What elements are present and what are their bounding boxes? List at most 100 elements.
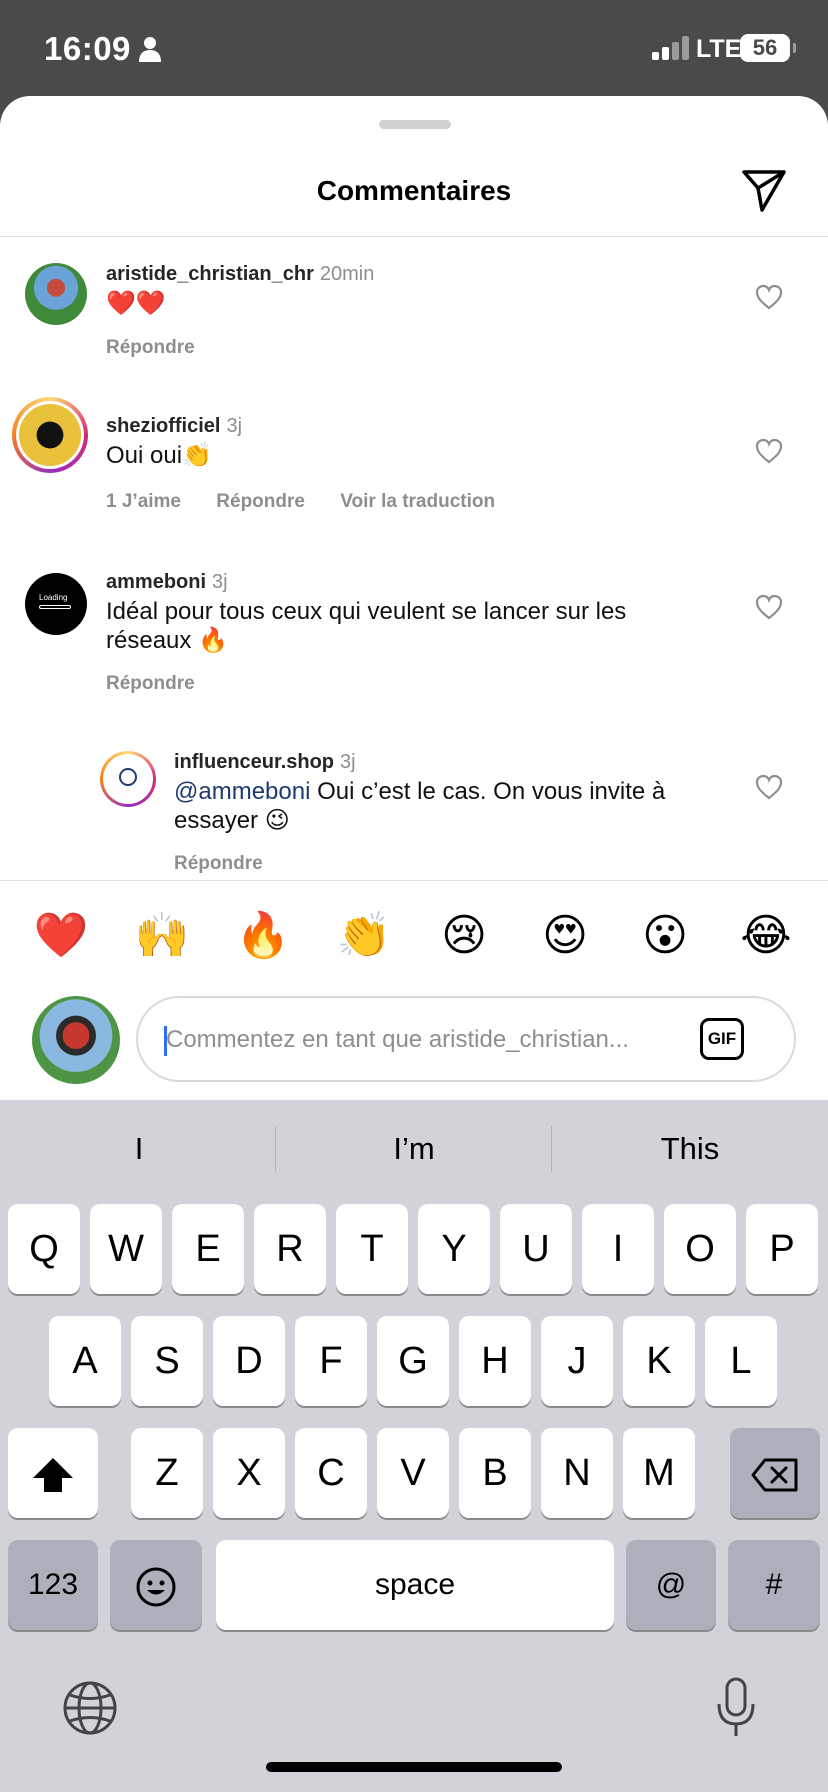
sheet-grabber[interactable]	[379, 120, 451, 129]
suggestion-3[interactable]: This	[555, 1124, 825, 1174]
send-icon[interactable]	[740, 168, 788, 214]
comment-input-box[interactable]: GIF	[136, 996, 796, 1082]
shift-key[interactable]	[8, 1428, 98, 1518]
network-type: LTE	[696, 35, 742, 63]
reaction-clap[interactable]: 👏	[334, 906, 394, 966]
backspace-key[interactable]	[730, 1428, 820, 1518]
key-z[interactable]: Z	[131, 1428, 203, 1518]
reaction-crying[interactable]: 😢	[434, 906, 494, 966]
microphone-icon[interactable]	[714, 1676, 758, 1740]
person-icon	[139, 37, 161, 62]
gif-icon[interactable]: GIF	[700, 1018, 744, 1060]
globe-icon[interactable]	[62, 1680, 118, 1736]
key-i[interactable]: I	[582, 1204, 654, 1294]
hash-key[interactable]: #	[728, 1540, 820, 1630]
heart-icon[interactable]	[754, 773, 784, 801]
comment-username[interactable]: sheziofficiel 3j	[106, 415, 242, 438]
key-q[interactable]: Q	[8, 1204, 80, 1294]
comment-text: ❤️❤️	[106, 290, 166, 317]
reaction-laughing[interactable]: 😂	[736, 906, 796, 966]
sheet-title: Commentaires	[316, 175, 512, 206]
keyboard: I I’m This Q W E R T Y U I O P A S D F G…	[0, 1100, 828, 1792]
key-w[interactable]: W	[90, 1204, 162, 1294]
emoji-icon	[136, 1567, 176, 1607]
numbers-key[interactable]: 123	[8, 1540, 98, 1630]
heart-icon[interactable]	[754, 437, 784, 465]
divider	[551, 1126, 552, 1172]
reaction-heart-eyes[interactable]: 😍	[535, 906, 595, 966]
status-time: 16:09	[44, 30, 131, 67]
reply-button[interactable]: Répondre	[216, 491, 305, 512]
avatar[interactable]: Loading	[25, 573, 87, 635]
comments-sheet: Commentaires aristide_christian_chr 20min…	[0, 96, 828, 1100]
suggestion-1[interactable]: I	[4, 1124, 274, 1174]
comments-list[interactable]: aristide_christian_chr 20min ❤️❤️ Répondr…	[0, 237, 828, 880]
key-e[interactable]: E	[172, 1204, 244, 1294]
key-l[interactable]: L	[705, 1316, 777, 1406]
reaction-surprised[interactable]: 😮	[635, 906, 695, 966]
comment-username[interactable]: influenceur.shop 3j	[174, 751, 356, 774]
key-b[interactable]: B	[459, 1428, 531, 1518]
key-n[interactable]: N	[541, 1428, 613, 1518]
key-a[interactable]: A	[49, 1316, 121, 1406]
reply-button[interactable]: Répondre	[174, 853, 263, 874]
avatar-loading-label: Loading	[39, 593, 68, 602]
comment-input[interactable]	[166, 1020, 666, 1060]
key-m[interactable]: M	[623, 1428, 695, 1518]
reply-button[interactable]: Répondre	[106, 337, 195, 358]
key-u[interactable]: U	[500, 1204, 572, 1294]
comment-username[interactable]: aristide_christian_chr 20min	[106, 263, 374, 286]
comment-actions: Répondre	[174, 853, 293, 875]
key-f[interactable]: F	[295, 1316, 367, 1406]
key-j[interactable]: J	[541, 1316, 613, 1406]
key-r[interactable]: R	[254, 1204, 326, 1294]
reaction-fire[interactable]: 🔥	[233, 906, 293, 966]
space-key[interactable]: space	[216, 1540, 614, 1630]
heart-icon[interactable]	[754, 283, 784, 311]
home-indicator[interactable]	[266, 1762, 562, 1772]
key-x[interactable]: X	[213, 1428, 285, 1518]
comment-item: sheziofficiel 3j Oui oui👏 1 J’aime Répond…	[0, 377, 828, 537]
likes-count[interactable]: 1 J’aime	[106, 491, 181, 512]
key-c[interactable]: C	[295, 1428, 367, 1518]
comment-actions: 1 J’aime Répondre Voir la traduction	[106, 491, 525, 513]
key-k[interactable]: K	[623, 1316, 695, 1406]
comment-time: 20min	[319, 263, 375, 285]
comment-time: 3j	[212, 571, 228, 593]
suggestion-2[interactable]: I’m	[279, 1124, 549, 1174]
key-o[interactable]: O	[664, 1204, 736, 1294]
comment-text: Idéal pour tous ceux qui veulent se lanc…	[106, 598, 627, 654]
reaction-raising-hands[interactable]: 🙌	[132, 906, 192, 966]
divider	[275, 1126, 276, 1172]
avatar[interactable]	[100, 751, 156, 807]
comment-actions: Répondre	[106, 673, 225, 695]
comment-item: aristide_christian_chr 20min ❤️❤️ Répondr…	[0, 237, 828, 377]
divider	[0, 880, 828, 881]
emoji-key[interactable]	[110, 1540, 202, 1630]
shift-icon	[33, 1457, 73, 1492]
signal-icon	[652, 36, 692, 60]
key-d[interactable]: D	[213, 1316, 285, 1406]
comment-item: Loading ammeboni 3j Idéal pour tous ceux …	[0, 537, 828, 717]
avatar[interactable]	[25, 263, 87, 325]
mention-link[interactable]: @ammeboni	[174, 778, 310, 805]
key-p[interactable]: P	[746, 1204, 818, 1294]
avatar[interactable]	[12, 397, 88, 473]
heart-icon[interactable]	[754, 593, 784, 621]
key-v[interactable]: V	[377, 1428, 449, 1518]
key-h[interactable]: H	[459, 1316, 531, 1406]
comment-time: 3j	[226, 415, 243, 437]
key-y[interactable]: Y	[418, 1204, 490, 1294]
key-t[interactable]: T	[336, 1204, 408, 1294]
reply-button[interactable]: Répondre	[106, 673, 195, 694]
reaction-heart[interactable]: ❤️	[31, 906, 91, 966]
comment-username[interactable]: ammeboni 3j	[106, 571, 228, 594]
backspace-icon	[751, 1458, 798, 1492]
see-translation-button[interactable]: Voir la traduction	[340, 491, 495, 512]
key-s[interactable]: S	[131, 1316, 203, 1406]
comment-reply-item: influenceur.shop 3j @ammeboni Oui c’est l…	[0, 717, 828, 880]
at-key[interactable]: @	[626, 1540, 716, 1630]
comment-time: 3j	[340, 751, 356, 773]
composer-avatar	[32, 996, 120, 1084]
key-g[interactable]: G	[377, 1316, 449, 1406]
